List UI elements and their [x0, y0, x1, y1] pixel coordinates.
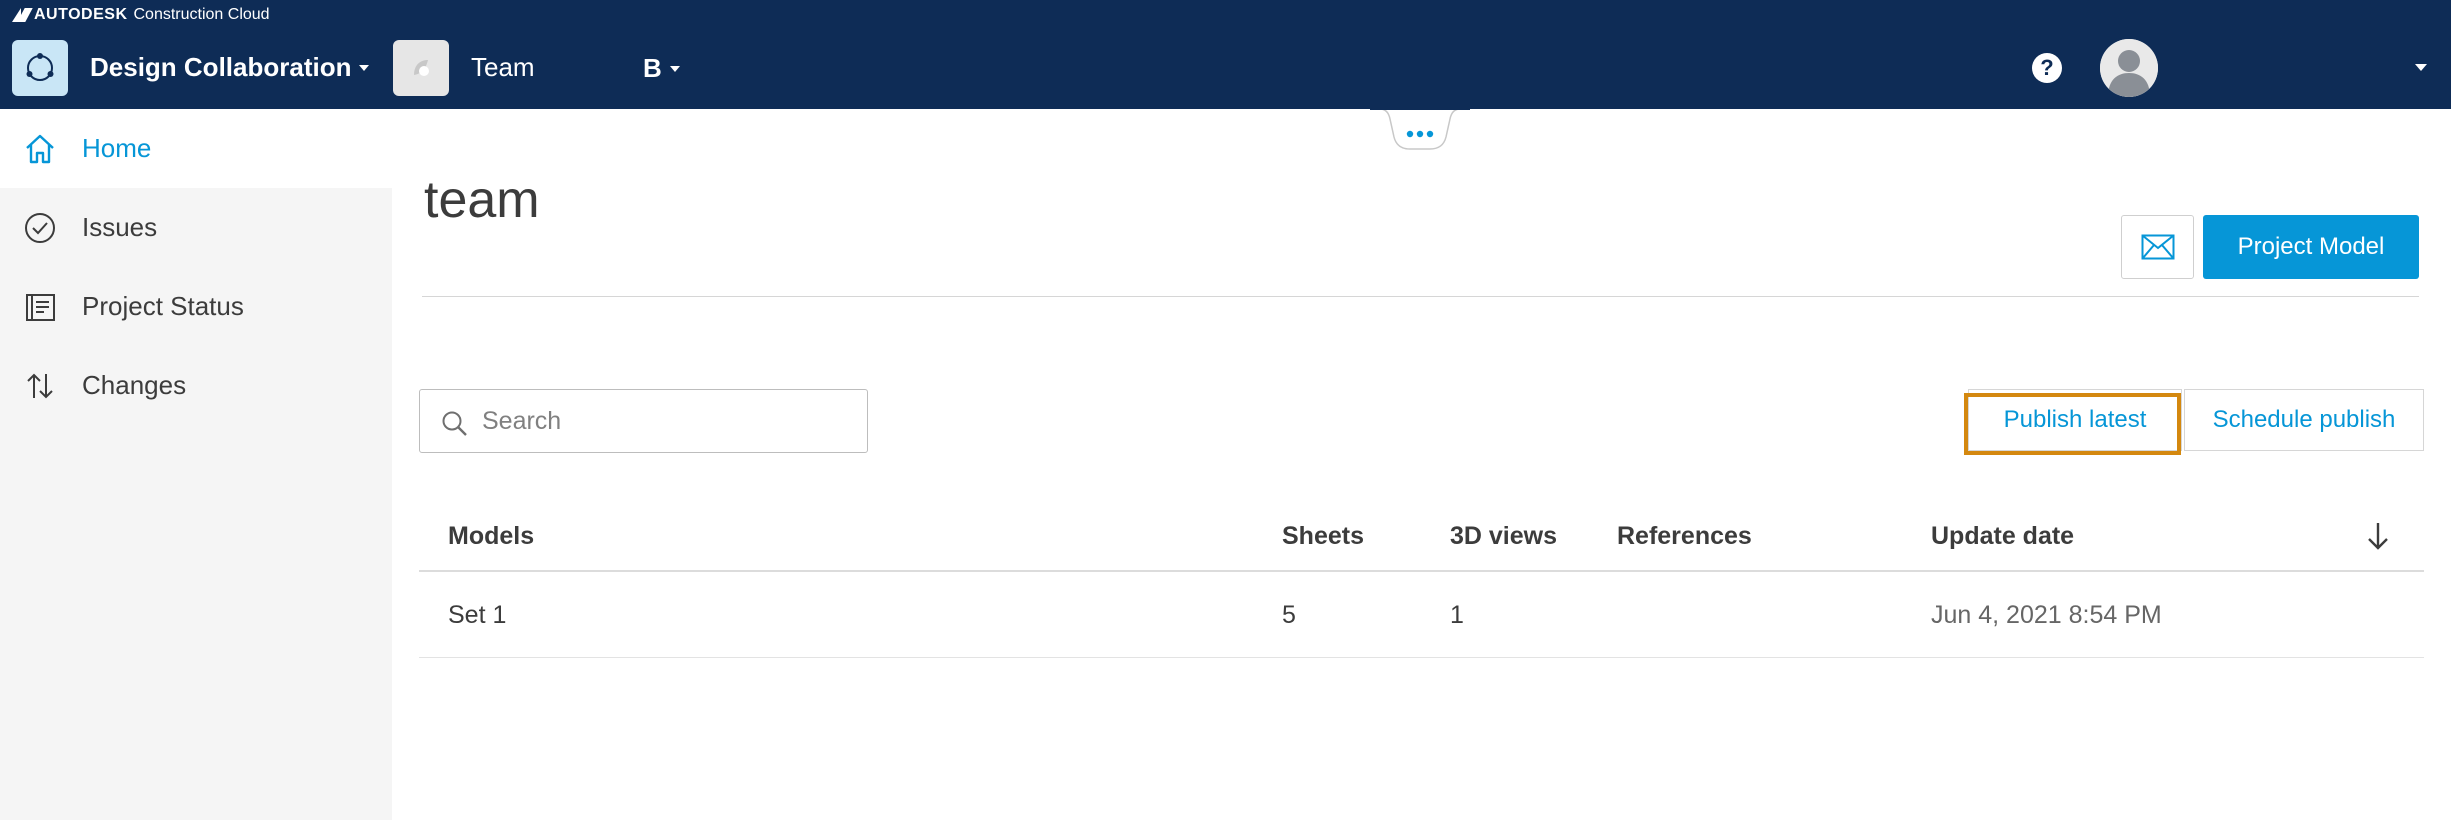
cell-model[interactable]: Set 1 [448, 572, 506, 658]
table-row[interactable]: Set 1 5 1 Jun 4, 2021 8:54 PM [419, 572, 2424, 658]
dot-icon [1406, 130, 1414, 138]
app-logo-icon[interactable] [12, 40, 68, 96]
email-button[interactable] [2121, 215, 2194, 279]
report-icon [20, 287, 60, 327]
team-name[interactable]: Team [471, 52, 535, 83]
brand-logo: AUTODESK Construction Cloud [12, 4, 270, 26]
sidebar-item-project-status[interactable]: Project Status [0, 267, 392, 346]
help-icon[interactable]: ? [2032, 53, 2062, 83]
up-down-arrows-icon [20, 366, 60, 406]
column-header-models[interactable]: Models [448, 500, 534, 572]
help-symbol: ? [2040, 55, 2054, 80]
column-header-sheets[interactable]: Sheets [1282, 500, 1364, 572]
collaboration-icon [26, 53, 54, 81]
sidebar-item-label: Issues [82, 212, 158, 242]
column-header-references[interactable]: References [1617, 500, 1752, 572]
sidebar-item-label: Changes [82, 370, 187, 400]
top-bar: AUTODESK Construction Cloud Design Colla… [0, 0, 2451, 109]
brand-product: Construction Cloud [133, 6, 270, 23]
user-menu-chevron-icon[interactable] [2415, 64, 2427, 71]
page-title: team [424, 171, 540, 229]
sidebar-item-home[interactable]: Home [0, 109, 392, 188]
search-input[interactable] [482, 398, 852, 444]
brand-name: AUTODESK [34, 6, 128, 23]
column-header-update-date[interactable]: Update date [1931, 500, 2074, 572]
user-avatar[interactable] [2100, 39, 2158, 97]
sidebar: Home Issues Project Status Changes [0, 109, 392, 820]
home-icon [20, 129, 60, 169]
dot-icon [1426, 130, 1434, 138]
header-divider [422, 296, 2419, 297]
hub-letter: B [643, 53, 662, 83]
search-field[interactable] [419, 389, 868, 453]
search-icon [442, 411, 467, 436]
team-avatar[interactable] [393, 40, 449, 96]
column-header-3d-views[interactable]: 3D views [1450, 500, 1557, 572]
publish-button-group: Publish latest Schedule publish [1968, 389, 2424, 453]
project-model-button[interactable]: Project Model [2203, 215, 2419, 279]
app-name-label: Design Collaboration [90, 52, 352, 82]
app-switcher[interactable]: Design Collaboration [90, 52, 370, 83]
sort-descending-icon[interactable] [2363, 520, 2393, 552]
sidebar-item-label: Project Status [82, 291, 244, 321]
envelope-icon [2141, 234, 2174, 260]
sidebar-item-label: Home [82, 133, 152, 163]
hub-switcher[interactable]: B [643, 53, 680, 84]
collapse-header-toggle[interactable] [1370, 107, 1470, 151]
team-logo-icon [414, 60, 429, 76]
table-header: Models Sheets 3D views References Update… [419, 500, 2424, 572]
autodesk-logo-icon [12, 8, 30, 22]
check-circle-icon [20, 208, 60, 248]
sidebar-item-changes[interactable]: Changes [0, 346, 392, 425]
chevron-down-icon [669, 65, 680, 72]
chevron-down-icon [359, 64, 370, 71]
cell-3d-views: 1 [1450, 600, 1464, 629]
schedule-publish-button[interactable]: Schedule publish [2184, 389, 2424, 451]
cell-update-date: Jun 4, 2021 8:54 PM [1931, 600, 2162, 629]
avatar-silhouette-icon [2100, 39, 2158, 97]
publish-latest-button[interactable]: Publish latest [1968, 389, 2182, 451]
dot-icon [1416, 130, 1424, 138]
sidebar-item-issues[interactable]: Issues [0, 188, 392, 267]
cell-sheets: 5 [1282, 600, 1296, 629]
